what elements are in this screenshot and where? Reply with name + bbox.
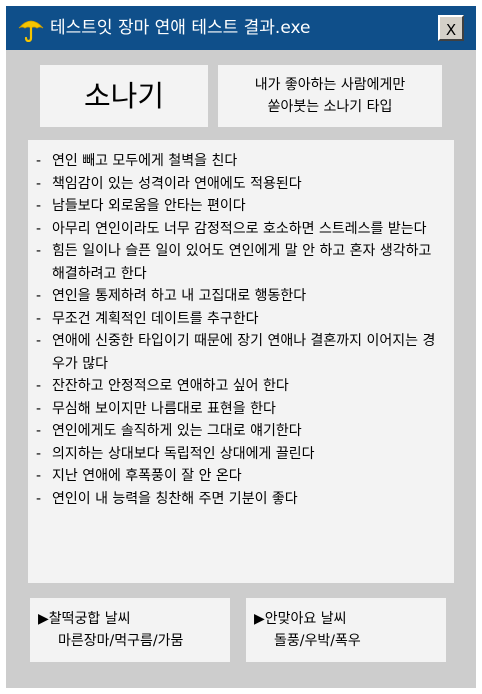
list-item: - 무심해 보이지만 나름대로 표현을 한다	[36, 398, 446, 421]
close-button[interactable]: X	[438, 15, 464, 41]
result-description-line: 쏟아붓는 소나기 타입	[267, 99, 393, 115]
list-item-text: 연인에게도 솔직하게 있는 그대로 얘기한다	[52, 423, 302, 439]
bad-weather-box: ▶안맞아요 날씨 돌풍/우박/폭우	[246, 598, 446, 662]
traits-list: - 연인 빼고 모두에게 철벽을 친다 - 책임감이 있는 성격이라 연애에도 적용…	[28, 140, 454, 583]
list-item-text: 남들보다 외로움을 안타는 편이다	[52, 198, 246, 214]
result-type-name: 소나기	[40, 65, 208, 127]
list-item: - 연애에 신중한 타입이기 때문에 장기 연애나 결혼까지 이어지는 경우가 많…	[36, 330, 446, 375]
list-item: - 연인 빼고 모두에게 철벽을 친다	[36, 150, 446, 173]
list-item: - 힘든 일이나 슬픈 일이 있어도 연인에게 말 안 하고 혼자 생각하고 해결…	[36, 240, 446, 285]
bad-weather-value: 돌풍/우박/폭우	[274, 633, 361, 649]
list-item-text: 무조건 계획적인 데이트를 추구한다	[52, 310, 259, 327]
title-bar[interactable]: 테스트잇 장마 연애 테스트 결과.exe X	[6, 6, 476, 50]
list-item-text: 책임감이 있는 성격이라 연애에도 적용된다	[52, 175, 302, 192]
good-weather-label: ▶찰떡궁합 날씨	[38, 611, 131, 627]
list-item-text: 힘든 일이나 슬픈 일이 있어도 연인에게 말 안 하고 혼자 생각하고 해결하…	[52, 243, 432, 282]
good-weather-value: 마른장마/먹구름/가뭄	[58, 633, 184, 649]
list-item: - 지난 연애에 후폭풍이 잘 안 온다	[36, 465, 446, 488]
list-item: - 연인이 내 능력을 칭찬해 주면 기분이 좋다	[36, 488, 446, 511]
list-item: - 남들보다 외로움을 안타는 편이다	[36, 195, 446, 218]
list-item-text: 무심해 보이지만 나름대로 표현을 한다	[52, 400, 276, 417]
window-title: 테스트잇 장마 연애 테스트 결과.exe	[50, 18, 311, 38]
bad-weather-label: ▶안맞아요 날씨	[254, 611, 347, 627]
list-item-text: 지난 연애에 후폭풍이 잘 안 온다	[52, 468, 242, 484]
list-item-text: 연인을 통제하려 하고 내 고집대로 행동한다	[52, 288, 307, 304]
list-item-text: 연인이 내 능력을 칭찬해 주면 기분이 좋다	[52, 490, 298, 507]
list-item-text: 아무리 연인이라도 너무 감정적으로 호소하면 스트레스를 받는다	[52, 220, 427, 237]
list-item: - 잔잔하고 안정적으로 연애하고 싶어 한다	[36, 375, 446, 398]
list-item: - 아무리 연인이라도 너무 감정적으로 호소하면 스트레스를 받는다	[36, 218, 446, 241]
list-item: - 연인을 통제하려 하고 내 고집대로 행동한다	[36, 285, 446, 308]
list-item-text: 연인 빼고 모두에게 철벽을 친다	[52, 153, 238, 169]
list-item-text: 연애에 신중한 타입이기 때문에 장기 연애나 결혼까지 이어지는 경우가 많다	[52, 333, 436, 372]
list-item: - 의지하는 상대보다 독립적인 상대에게 끌린다	[36, 443, 446, 466]
result-description: 내가 좋아하는 사람에게만 쏟아붓는 소나기 타입	[218, 65, 442, 127]
list-item: - 무조건 계획적인 데이트를 추구한다	[36, 308, 446, 331]
list-item-text: 의지하는 상대보다 독립적인 상대에게 끌린다	[52, 445, 315, 462]
result-window: 테스트잇 장마 연애 테스트 결과.exe X 소나기 내가 좋아하는 사람에게…	[6, 6, 476, 688]
list-item-text: 잔잔하고 안정적으로 연애하고 싶어 한다	[52, 378, 289, 394]
result-description-line: 내가 좋아하는 사람에게만	[254, 77, 406, 93]
good-weather-box: ▶찰떡궁합 날씨 마른장마/먹구름/가뭄	[30, 598, 230, 662]
list-item: - 연인에게도 솔직하게 있는 그대로 얘기한다	[36, 420, 446, 443]
umbrella-icon	[18, 16, 44, 43]
list-item: - 책임감이 있는 성격이라 연애에도 적용된다	[36, 173, 446, 196]
